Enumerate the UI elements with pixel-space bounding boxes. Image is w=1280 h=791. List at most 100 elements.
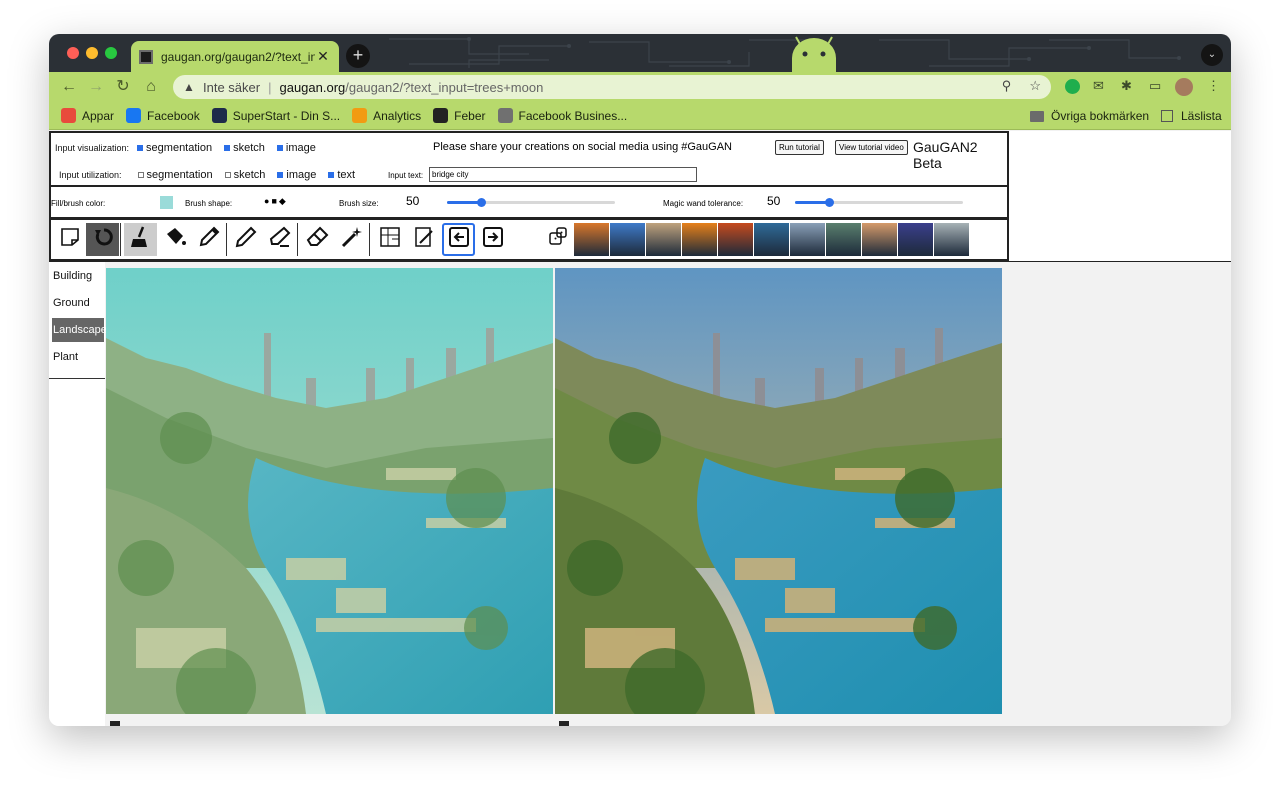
back-arrow-icon[interactable]: ← <box>59 77 79 97</box>
bookmark-label: Appar <box>82 108 115 123</box>
paint-bucket-icon <box>163 225 187 254</box>
category-ground[interactable]: Ground <box>52 291 104 315</box>
bookmark-label: Facebook <box>147 108 200 123</box>
save-output-icon[interactable] <box>559 721 569 726</box>
eraser-tool[interactable] <box>301 223 334 256</box>
bookmark-analytics[interactable]: Analytics <box>352 108 421 123</box>
bookmark-feber[interactable]: Feber <box>433 108 486 123</box>
new-canvas-tool[interactable] <box>53 223 86 256</box>
home-icon[interactable]: ⌂ <box>141 77 161 97</box>
arrow-right-icon <box>481 225 505 254</box>
pencil-tool[interactable] <box>229 223 262 256</box>
dice-icon <box>546 225 570 254</box>
new-tab-button[interactable]: + <box>346 44 370 68</box>
address-bar[interactable]: ▲ Inte säker | gaugan.org /gaugan2/?text… <box>173 75 1051 99</box>
style-thumbnail[interactable] <box>754 223 789 256</box>
tool-separator <box>369 223 370 256</box>
vis-segmentation-checkbox[interactable] <box>137 145 144 151</box>
category-plant[interactable]: Plant <box>52 345 104 369</box>
bookmark-label: SuperStart - Din S... <box>232 108 341 123</box>
bookmark-star-icon[interactable]: ☆ <box>1029 78 1041 93</box>
eraser-pencil-tool[interactable] <box>263 223 296 256</box>
forward-arrow-icon[interactable]: → <box>86 77 106 97</box>
tab-close-icon[interactable]: ✕ <box>315 48 331 65</box>
omnibox-actions: ⚲ ☆ <box>1002 78 1041 94</box>
vis-sketch-checkbox[interactable] <box>224 145 231 151</box>
eyedropper-tool[interactable] <box>192 223 225 256</box>
bookmark-facebook-business[interactable]: Facebook Busines... <box>497 108 628 123</box>
reload-icon[interactable]: ↻ <box>113 77 133 97</box>
brush-tool[interactable] <box>124 223 157 256</box>
vis-segmentation-label: segmentation <box>146 142 213 154</box>
util-image-label: image <box>286 169 317 181</box>
util-image-checkbox[interactable] <box>277 172 284 178</box>
wand-tolerance-knob[interactable] <box>824 198 834 207</box>
util-text-label: text <box>337 169 356 181</box>
style-thumbnail[interactable] <box>574 223 609 256</box>
magic-wand-tool[interactable] <box>335 223 368 256</box>
grammarly-extension-icon[interactable] <box>1065 79 1080 94</box>
cast-icon[interactable]: ▭ <box>1149 78 1161 94</box>
style-thumbnail[interactable] <box>898 223 933 256</box>
input-text-field[interactable] <box>429 167 697 182</box>
bookmark-superstart[interactable]: SuperStart - Din S... <box>211 108 341 123</box>
undo-tool[interactable] <box>86 223 119 256</box>
save-input-icon[interactable] <box>110 721 120 726</box>
diamond-brush-icon[interactable]: ◆ <box>279 196 288 206</box>
new-canvas-icon <box>59 226 81 253</box>
bookmark-apps-grid[interactable]: Appar <box>61 108 114 123</box>
share-message: Please share your creations on social me… <box>433 141 732 153</box>
util-sketch-checkbox[interactable] <box>224 172 231 178</box>
fill-color-swatch[interactable] <box>160 196 173 209</box>
style-thumbnail[interactable] <box>718 223 753 256</box>
view-tutorial-video-button[interactable]: View tutorial video <box>835 140 908 155</box>
brush-size-slider[interactable] <box>447 198 615 207</box>
window-minimize-button[interactable] <box>86 47 98 59</box>
square-brush-icon[interactable]: ■ <box>271 196 278 206</box>
mail-extension-icon[interactable]: ✉ <box>1093 78 1104 94</box>
zoom-search-icon[interactable]: ⚲ <box>1002 78 1012 93</box>
brush-shape-options[interactable]: ●■◆ <box>264 196 288 207</box>
app-brand-title: GauGAN2 Beta <box>913 139 978 171</box>
bookmark-facebook[interactable]: Facebook <box>126 108 200 123</box>
style-thumbnail[interactable] <box>862 223 897 256</box>
style-thumbnail[interactable] <box>934 223 969 256</box>
input-canvas-image[interactable] <box>106 268 553 714</box>
magic-wand-tolerance-label: Magic wand tolerance: <box>663 199 744 208</box>
brush-size-knob[interactable] <box>476 198 486 207</box>
category-landscape[interactable]: Landscape <box>52 318 107 342</box>
folder-icon <box>1030 110 1044 122</box>
util-text-checkbox[interactable] <box>328 172 335 178</box>
style-thumbnail[interactable] <box>646 223 681 256</box>
profile-avatar[interactable] <box>1175 78 1193 96</box>
vis-image-checkbox[interactable] <box>276 145 283 151</box>
wand-tolerance-fill <box>795 201 829 204</box>
brush-size-fill <box>447 201 481 204</box>
dice-tool[interactable] <box>541 223 574 256</box>
style-thumbnail[interactable] <box>790 223 825 256</box>
arrow-right-tool[interactable] <box>476 223 509 256</box>
paint-bucket-tool[interactable] <box>158 223 191 256</box>
magic-wand-tolerance-slider[interactable] <box>795 198 963 207</box>
insecure-label: Inte säker <box>203 79 261 95</box>
tab-search-chevron-icon[interactable]: ⌄ <box>1201 44 1223 66</box>
segment-map-tool[interactable] <box>373 223 406 256</box>
tab-gaugan[interactable]: gaugan.org/gaugan2/?text_inp ✕ <box>131 41 339 72</box>
run-tutorial-button[interactable]: Run tutorial <box>775 140 824 155</box>
output-generated-image <box>555 268 1002 714</box>
puzzle-extensions-icon[interactable]: ✱ <box>1121 78 1132 94</box>
style-thumbnail[interactable] <box>610 223 645 256</box>
menu-kebab-icon[interactable]: ⋮ <box>1207 78 1220 94</box>
category-building[interactable]: Building <box>52 264 104 288</box>
window-close-button[interactable] <box>67 47 79 59</box>
style-thumbnail[interactable] <box>682 223 717 256</box>
other-bookmarks-folder[interactable]: Övriga bokmärken <box>1030 109 1149 123</box>
sketch-map-tool[interactable] <box>407 223 440 256</box>
bookmark-label: Facebook Busines... <box>518 108 628 123</box>
arrow-left-tool[interactable] <box>442 223 475 256</box>
util-segmentation-checkbox[interactable] <box>137 172 144 178</box>
reading-list[interactable]: Läslista <box>1161 109 1222 123</box>
divider-line <box>49 261 1231 262</box>
style-thumbnail[interactable] <box>826 223 861 256</box>
window-maximize-button[interactable] <box>105 47 117 59</box>
